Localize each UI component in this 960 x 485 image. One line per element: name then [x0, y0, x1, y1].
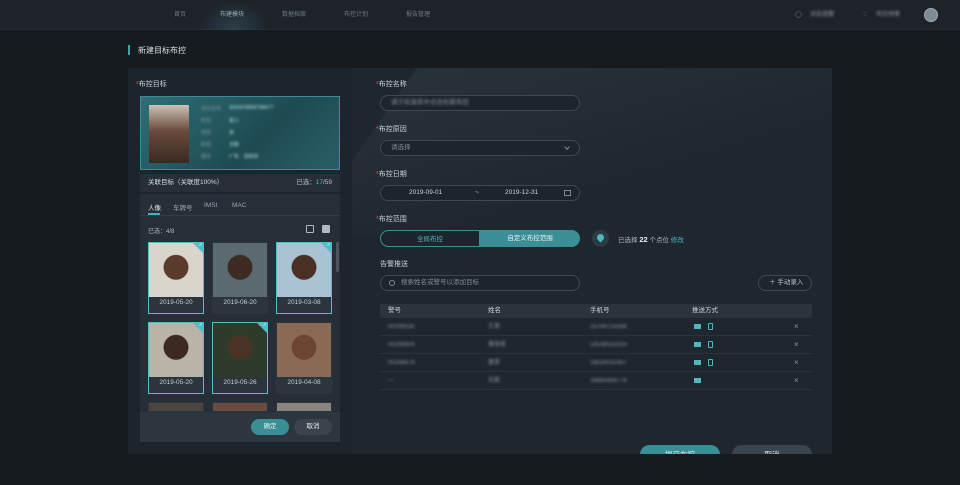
nav-item-modules[interactable]: 布建模块	[220, 0, 244, 30]
user-avatar[interactable]	[924, 8, 938, 22]
title-accent-bar	[128, 45, 130, 55]
target-card: 身份证号 3025478856789677 姓名 张三 性别男 民族 汉族 籍贯 广东 …	[140, 96, 340, 170]
card-row: 性别男	[201, 130, 235, 136]
mail-icon[interactable]	[694, 342, 701, 347]
date-start: 2019-09-01	[409, 189, 443, 196]
copy-icon[interactable]	[306, 225, 314, 233]
mail-icon[interactable]	[694, 324, 701, 329]
close-icon[interactable]: ×	[794, 318, 799, 336]
name-label: *布控名称	[376, 81, 407, 88]
reason-select[interactable]: 请选择	[380, 140, 580, 156]
alarm-push-label: 告警推送	[380, 261, 408, 268]
associated-targets-label: 关联目标（关联度100%）	[148, 179, 224, 186]
close-icon[interactable]: ×	[794, 336, 799, 354]
gallery-scrollbar[interactable]	[336, 242, 339, 272]
main-panel: *布控目标 身份证号 3025478856789677 姓名 张三 性别男 民族 汉族…	[128, 68, 832, 454]
manual-add-button[interactable]: ＋ 手动录入	[758, 275, 812, 291]
range-option-custom[interactable]: 自定义布控范围	[480, 230, 580, 247]
col-header: 警号	[388, 307, 401, 314]
phone-icon[interactable]	[708, 359, 713, 366]
thumb-item[interactable]	[212, 402, 268, 412]
cancel-button[interactable]: 取消	[294, 419, 332, 435]
submit-button[interactable]: 提交布控	[640, 445, 720, 454]
thumb-item[interactable]	[276, 402, 332, 412]
associated-selected: 已选：17/59	[296, 179, 332, 186]
date-range-input[interactable]: 2019-09-01 ~ 2019-12-31	[380, 185, 580, 201]
phone-icon[interactable]	[708, 341, 713, 348]
thumb-item[interactable]: 2019-05-20	[148, 322, 204, 394]
thumb-item[interactable]: 2019-05-20	[148, 242, 204, 314]
thumb-item[interactable]: 2019-03-08	[276, 242, 332, 314]
name-input[interactable]: 请于标准库中点击检索布控	[380, 95, 580, 111]
tab-mac[interactable]: MAC	[232, 202, 246, 209]
range-option-global[interactable]: 全局布控	[380, 230, 480, 247]
confirm-button[interactable]: 确定	[251, 419, 289, 435]
target-search-input[interactable]: 搜索姓名或警号以添加目标	[380, 275, 580, 291]
col-header: 推送方式	[692, 307, 718, 314]
range-label: *布控范围	[376, 216, 407, 223]
thumb-item[interactable]	[148, 402, 204, 412]
date-label: *布控日期	[376, 171, 407, 178]
reason-label: *布控原因	[376, 126, 407, 133]
message-icon[interactable]: ◯	[795, 0, 802, 30]
card-row: 籍贯 广东 · 深圳市	[201, 154, 259, 160]
message-label[interactable]: 消息提醒	[810, 0, 834, 30]
card-row: 身份证号 3025478856789677	[201, 105, 274, 112]
top-nav: 首页 布建模块 数据档案 布控计划 报告管理 ◯ 消息提醒 ♡ 布控预警	[0, 0, 960, 30]
mail-icon[interactable]	[694, 378, 701, 383]
nav-item-plans[interactable]: 布控计划	[344, 0, 368, 30]
nav-item-reports[interactable]: 报告管理	[406, 0, 430, 30]
tab-portrait[interactable]: 人像	[148, 202, 161, 212]
target-column: *布控目标 身份证号 3025478856789677 姓名 张三 性别男 民族 汉族…	[128, 68, 352, 454]
date-separator: ~	[475, 189, 479, 196]
table-row: 00298404 黄国某 14538533255 ×	[380, 336, 812, 354]
thumb-item[interactable]: 2019-06-20	[212, 242, 268, 314]
nav-item-home[interactable]: 首页	[174, 0, 186, 30]
gallery-selected-count: 已选：4/8	[148, 229, 175, 235]
table-row: 00298478 唐某 18530032457 ×	[380, 354, 812, 372]
col-header: 手机号	[590, 307, 610, 314]
tabs-divider	[140, 215, 340, 216]
calendar-icon[interactable]	[564, 190, 571, 196]
target-label: *布控目标	[136, 81, 167, 88]
card-row: 姓名 张三	[201, 118, 240, 124]
location-pin-icon[interactable]	[592, 230, 609, 247]
chevron-down-icon	[564, 144, 570, 150]
table-row: 00298535 王某 15784725588 ×	[380, 318, 812, 336]
active-tab-underline	[148, 213, 160, 215]
close-icon[interactable]: ×	[794, 372, 799, 390]
selected-points: 已选择 22 个点位 修改	[618, 235, 684, 244]
card-row: 民族 汉族	[201, 142, 240, 148]
mail-icon[interactable]	[694, 360, 701, 365]
phone-icon[interactable]	[708, 323, 713, 330]
target-photo	[149, 105, 189, 163]
alarm-label[interactable]: 布控预警	[876, 0, 900, 30]
date-end: 2019-12-31	[505, 189, 539, 196]
tab-imsi[interactable]: IMSI	[204, 202, 217, 209]
tab-plate[interactable]: 车牌号	[173, 202, 193, 212]
alarm-icon[interactable]: ♡	[862, 0, 867, 30]
associated-targets-header: 关联目标（关联度100%） 已选：17/59	[140, 174, 340, 192]
table-row: --- 刘某 18885484776 ×	[380, 372, 812, 390]
edit-points-link[interactable]: 修改	[671, 237, 684, 244]
close-icon[interactable]: ×	[794, 354, 799, 372]
nav-item-archives[interactable]: 数据档案	[282, 0, 306, 30]
cancel-submit-button[interactable]: 取消	[732, 445, 812, 454]
thumb-item[interactable]: 2019-04-08	[276, 322, 332, 394]
select-all-icon[interactable]	[322, 225, 330, 233]
page-title: 新建目标布控	[138, 46, 186, 55]
col-header: 姓名	[488, 307, 501, 314]
search-icon	[389, 280, 395, 286]
thumb-item[interactable]: 2019-05-26	[212, 322, 268, 394]
